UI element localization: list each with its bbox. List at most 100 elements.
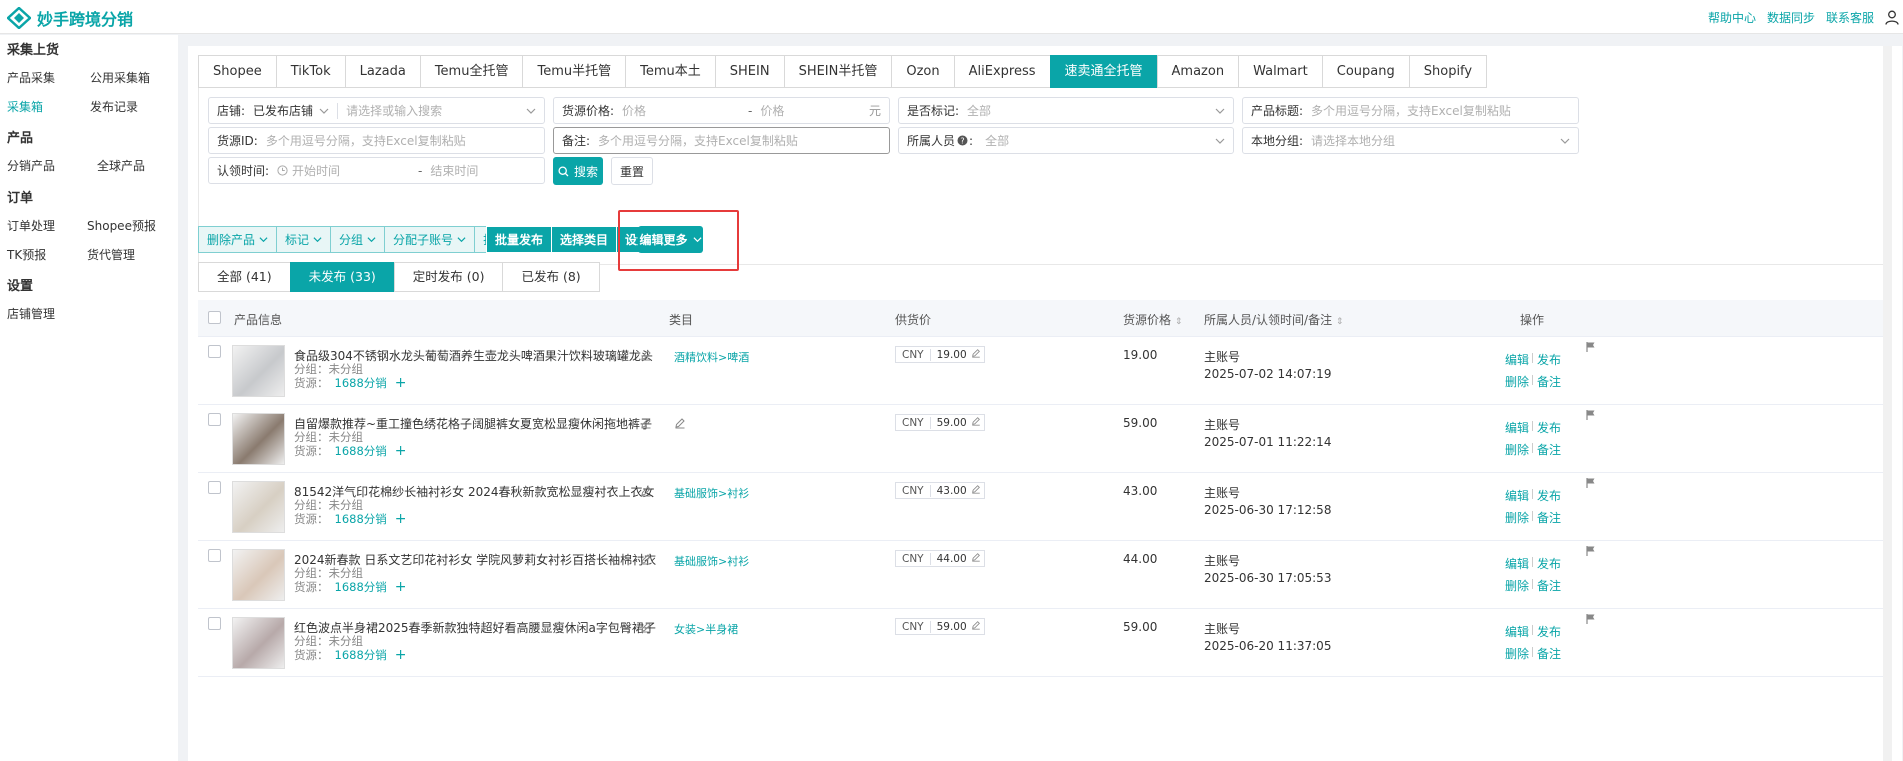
contact-support-link[interactable]: 联系客服	[1826, 9, 1874, 26]
row-checkbox[interactable]	[208, 617, 221, 630]
edit-title-icon[interactable]	[640, 621, 652, 633]
marked-filter-value[interactable]: 全部	[967, 102, 1209, 119]
source-link[interactable]: 1688分销	[335, 648, 387, 662]
help-center-link[interactable]: 帮助中心	[1708, 9, 1756, 26]
flag-icon[interactable]	[1586, 613, 1596, 625]
publish-link[interactable]: 发布	[1537, 555, 1561, 572]
sort-icon[interactable]: ⇕	[1336, 317, 1344, 327]
sidebar-item-shopee-forecast[interactable]: Shopee预报	[87, 217, 156, 234]
note-link[interactable]: 备注	[1537, 645, 1561, 662]
note-filter-input[interactable]: 多个用逗号分隔，支持Excel复制粘贴	[598, 132, 881, 149]
help-icon[interactable]: ?	[957, 135, 968, 146]
sort-icon[interactable]: ⇕	[1175, 317, 1183, 327]
app-logo[interactable]: 妙手跨境分销	[7, 6, 133, 30]
edit-link[interactable]: 编辑	[1505, 555, 1529, 572]
edit-price-icon[interactable]	[971, 552, 984, 565]
supply-price-field[interactable]: CNY 59.00	[895, 618, 985, 635]
source-id-filter[interactable]: 货源ID: 多个用逗号分隔，支持Excel复制粘贴	[208, 127, 545, 154]
sidebar-item-order-processing[interactable]: 订单处理	[7, 217, 55, 234]
product-title-filter[interactable]: 产品标题: 多个用逗号分隔，支持Excel复制粘贴	[1242, 97, 1579, 124]
product-thumbnail[interactable]	[232, 481, 285, 533]
edit-title-icon[interactable]	[640, 485, 652, 497]
add-source-icon[interactable]: +	[395, 443, 407, 459]
tab-scheduled[interactable]: 定时发布 (0)	[393, 262, 503, 292]
publish-link[interactable]: 发布	[1537, 487, 1561, 504]
delete-link[interactable]: 删除	[1505, 373, 1529, 390]
publish-link[interactable]: 发布	[1537, 419, 1561, 436]
delete-link[interactable]: 删除	[1505, 577, 1529, 594]
edit-link[interactable]: 编辑	[1505, 351, 1529, 368]
source-link[interactable]: 1688分销	[335, 512, 387, 526]
edit-category-icon[interactable]	[674, 417, 686, 429]
sidebar-item-public-collect-box[interactable]: 公用采集箱	[90, 69, 150, 86]
claim-end-input[interactable]: 结束时间	[430, 162, 536, 179]
category-link[interactable]: 基础服饰>衬衫	[674, 553, 749, 569]
claim-time-filter[interactable]: 认领时间: 开始时间 - 结束时间	[208, 157, 545, 184]
edit-link[interactable]: 编辑	[1505, 419, 1529, 436]
marked-filter[interactable]: 是否标记: 全部	[898, 97, 1234, 124]
header-owner[interactable]: 所属人员/认领时间/备注 ⇕	[1204, 311, 1343, 328]
tab-unpublished[interactable]: 未发布 (33)	[289, 262, 394, 292]
product-thumbnail[interactable]	[232, 549, 285, 601]
edit-price-icon[interactable]	[971, 484, 984, 497]
claim-start-input[interactable]: 开始时间	[292, 162, 410, 179]
category-link[interactable]: 女装>半身裙	[674, 621, 738, 637]
source-link[interactable]: 1688分销	[335, 444, 387, 458]
add-source-icon[interactable]: +	[395, 375, 407, 391]
supply-price-field[interactable]: CNY 59.00	[895, 414, 985, 431]
edit-link[interactable]: 编辑	[1505, 487, 1529, 504]
tab-tiktok[interactable]: TikTok	[275, 55, 345, 88]
category-link[interactable]: 基础服饰>衬衫	[674, 485, 749, 501]
row-checkbox[interactable]	[208, 345, 221, 358]
local-group-filter[interactable]: 本地分组: 请选择本地分组	[1242, 127, 1579, 154]
publish-link[interactable]: 发布	[1537, 623, 1561, 640]
tab-temu-full[interactable]: Temu全托管	[419, 55, 523, 88]
publish-link[interactable]: 发布	[1537, 351, 1561, 368]
row-checkbox[interactable]	[208, 549, 221, 562]
store-filter[interactable]: 店铺: 已发布店铺 请选择或输入搜索	[208, 97, 545, 124]
add-source-icon[interactable]: +	[395, 511, 407, 527]
edit-price-icon[interactable]	[971, 348, 984, 361]
source-link[interactable]: 1688分销	[335, 376, 387, 390]
tab-shein-semi[interactable]: SHEIN半托管	[783, 55, 892, 88]
tab-aliexpress[interactable]: AliExpress	[953, 55, 1050, 88]
delete-link[interactable]: 删除	[1505, 509, 1529, 526]
add-source-icon[interactable]: +	[395, 579, 407, 595]
tab-walmart[interactable]: Walmart	[1238, 55, 1322, 88]
source-price-filter[interactable]: 货源价格: 价格 - 价格 元	[553, 97, 890, 124]
bulk-publish-button[interactable]: 批量发布	[486, 226, 553, 253]
source-link[interactable]: 1688分销	[335, 580, 387, 594]
edit-title-icon[interactable]	[640, 553, 652, 565]
header-source-price[interactable]: 货源价格 ⇕	[1123, 311, 1182, 328]
supply-price-field[interactable]: CNY 43.00	[895, 482, 985, 499]
sidebar-item-store-management[interactable]: 店铺管理	[7, 305, 55, 322]
source-id-input[interactable]: 多个用逗号分隔，支持Excel复制粘贴	[266, 132, 536, 149]
price-max-input[interactable]: 价格	[760, 102, 869, 119]
select-all-checkbox[interactable]	[208, 311, 221, 324]
mark-button[interactable]: 标记	[276, 226, 332, 253]
sidebar-item-tk-forecast[interactable]: TK预报	[7, 246, 46, 263]
note-link[interactable]: 备注	[1537, 577, 1561, 594]
product-thumbnail[interactable]	[232, 345, 285, 397]
edit-link[interactable]: 编辑	[1505, 623, 1529, 640]
flag-icon[interactable]	[1586, 341, 1596, 353]
flag-icon[interactable]	[1586, 409, 1596, 421]
category-link[interactable]: 酒精饮料>啤酒	[674, 349, 749, 365]
sidebar-item-distribution-product[interactable]: 分销产品	[7, 157, 55, 174]
data-sync-link[interactable]: 数据同步	[1767, 9, 1815, 26]
product-thumbnail[interactable]	[232, 413, 285, 465]
tab-temu-local[interactable]: Temu本土	[625, 55, 715, 88]
tab-shopee[interactable]: Shopee	[198, 55, 276, 88]
product-title-input[interactable]: 多个用逗号分隔，支持Excel复制粘贴	[1311, 102, 1570, 119]
sidebar-item-forwarder-management[interactable]: 货代管理	[87, 246, 135, 263]
tab-published[interactable]: 已发布 (8)	[502, 262, 600, 292]
supply-price-field[interactable]: CNY 19.00	[895, 346, 985, 363]
tab-temu-semi[interactable]: Temu半托管	[522, 55, 626, 88]
search-button[interactable]: 搜索	[553, 157, 603, 185]
tab-lazada[interactable]: Lazada	[344, 55, 420, 88]
scrollbar[interactable]	[1883, 46, 1892, 761]
tab-all[interactable]: 全部 (41)	[198, 262, 290, 292]
note-filter[interactable]: 备注: 多个用逗号分隔，支持Excel复制粘贴	[553, 127, 890, 154]
assign-subaccount-button[interactable]: 分配子账号	[384, 226, 476, 253]
supply-price-field[interactable]: CNY 44.00	[895, 550, 985, 567]
